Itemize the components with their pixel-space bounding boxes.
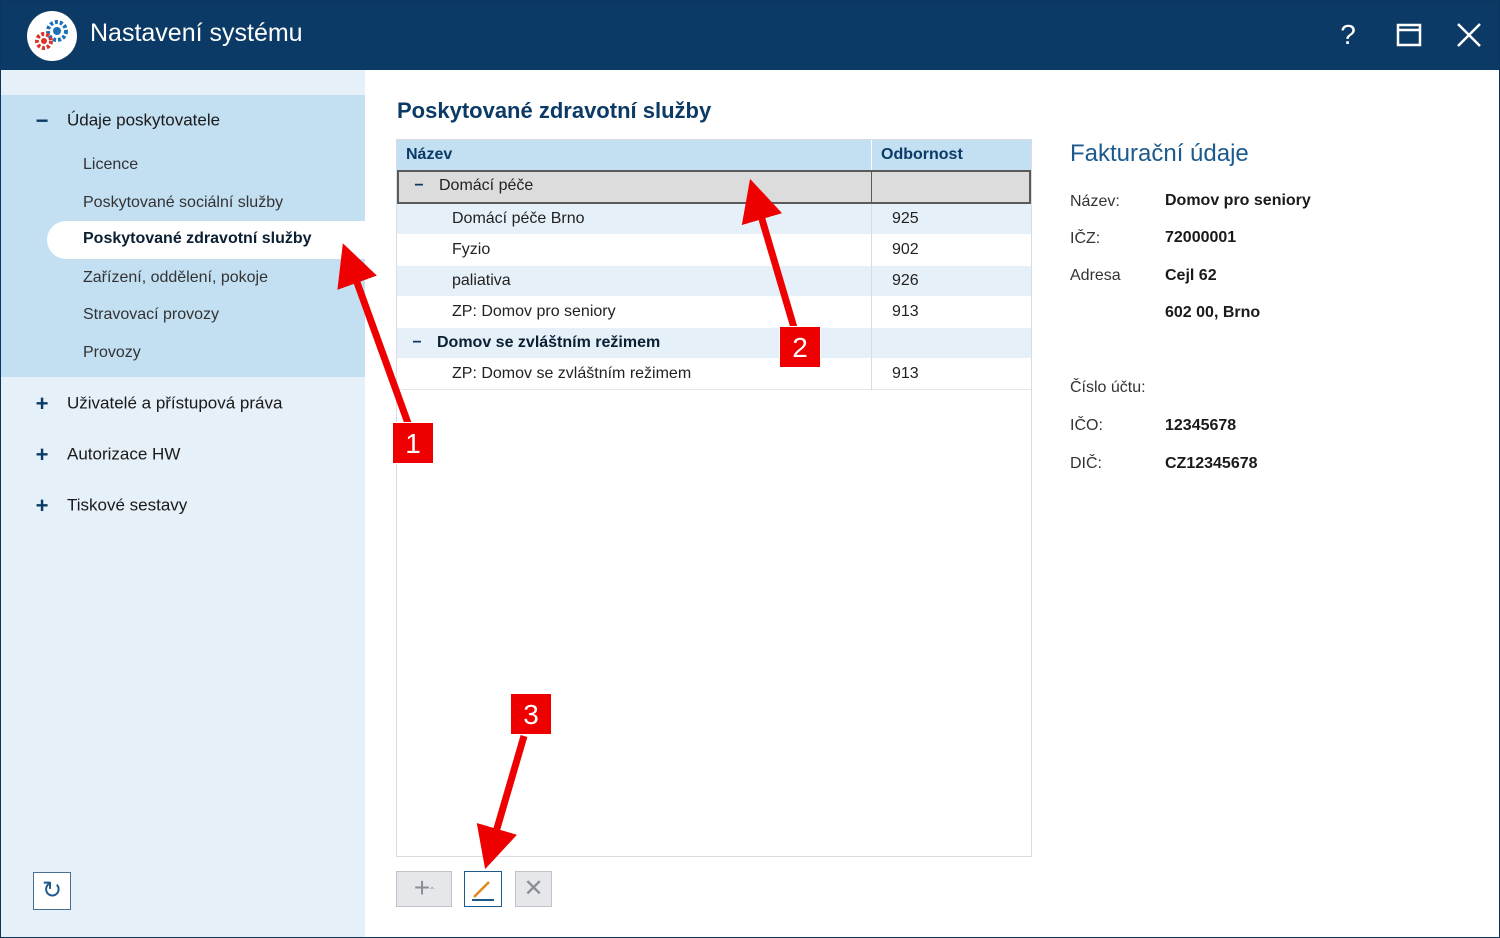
row-code: 926 — [892, 272, 919, 289]
billing-value-street: Cejl 62 — [1165, 267, 1217, 284]
row-name: Domácí péče Brno — [452, 210, 585, 227]
row-name: paliativa — [452, 272, 511, 289]
row-name: Domov se zvláštním režimem — [437, 334, 661, 351]
page-title: Poskytované zdravotní služby — [397, 98, 712, 123]
sidebar-item-catering[interactable]: Stravovací provozy — [83, 306, 219, 324]
caret-icon: ˆ — [430, 885, 435, 899]
annotation-badge-3: 3 — [510, 693, 552, 735]
sidebar-item-health-services[interactable]: Poskytované zdravotní služby — [47, 221, 365, 259]
billing-label-account: Číslo účtu: — [1070, 379, 1146, 396]
billing-value-icz: 72000001 — [1165, 229, 1237, 246]
row-name: ZP: Domov pro seniory — [452, 303, 616, 320]
row-code: 913 — [892, 365, 919, 382]
grid-header: Název Odbornost — [397, 140, 1031, 170]
maximize-button[interactable] — [1389, 15, 1429, 55]
column-divider — [871, 297, 872, 328]
row-name: ZP: Domov se zvláštním režimem — [452, 365, 692, 382]
plus-icon: + — [413, 872, 431, 903]
row-name: Domácí péče — [439, 177, 534, 194]
column-divider — [871, 235, 872, 266]
gears-icon — [27, 11, 77, 61]
billing-value-name: Domov pro seniory — [1165, 192, 1311, 209]
sidebar-group-provider[interactable]: − Údaje poskytovatele — [31, 108, 221, 134]
table-row[interactable]: ZP: Domov se zvláštním režimem 913 — [397, 359, 1031, 390]
title-bar: Nastavení systému ? — [1, 1, 1499, 70]
sidebar-group-label: Uživatelé a přístupová práva — [67, 393, 283, 413]
table-row-group[interactable]: − Domov se zvláštním režimem — [397, 328, 1031, 359]
sidebar-group-label: Údaje poskytovatele — [67, 110, 221, 130]
maximize-icon — [1396, 23, 1422, 47]
edit-button[interactable] — [464, 871, 502, 907]
collapse-icon[interactable]: − — [411, 177, 427, 195]
table-row[interactable]: paliativa 926 — [397, 266, 1031, 297]
sidebar: − Údaje poskytovatele Licence Poskytované… — [1, 70, 365, 937]
sidebar-item-operations[interactable]: Provozy — [83, 344, 141, 362]
table-row[interactable]: Fyzio 902 — [397, 235, 1031, 266]
expand-icon[interactable]: + — [31, 442, 53, 468]
column-divider — [871, 204, 872, 235]
billing-value-ico: 12345678 — [1165, 417, 1237, 434]
sidebar-group-print-reports[interactable]: + Tiskové sestavy — [31, 493, 188, 519]
column-header-name[interactable]: Název — [406, 146, 452, 164]
annotation-badge-2: 2 — [779, 326, 821, 368]
column-divider — [871, 328, 872, 359]
sidebar-group-label: Tiskové sestavy — [67, 495, 188, 515]
refresh-button[interactable]: ↻ — [33, 872, 71, 910]
row-code: 925 — [892, 210, 919, 227]
sidebar-item-label: Poskytované zdravotní služby — [83, 230, 312, 247]
column-divider — [871, 359, 872, 390]
delete-button[interactable]: ✕ — [515, 871, 552, 907]
annotation-badge-1: 1 — [392, 422, 434, 464]
billing-label-name: Název: — [1070, 193, 1120, 210]
table-row[interactable]: Domácí péče Brno 925 — [397, 204, 1031, 235]
pencil-icon — [472, 881, 494, 901]
services-grid: Název Odbornost − Domácí péče Domácí péče… — [396, 139, 1032, 857]
main-panel: Poskytované zdravotní služby Název Odbor… — [365, 70, 1499, 937]
sidebar-item-facilities[interactable]: Zařízení, oddělení, pokoje — [83, 269, 268, 287]
column-header-specialty[interactable]: Odbornost — [881, 146, 963, 164]
billing-label-icz: IČZ: — [1070, 230, 1101, 247]
expand-icon[interactable]: + — [31, 493, 53, 519]
table-row[interactable]: ZP: Domov pro seniory 913 — [397, 297, 1031, 328]
sidebar-group-label: Autorizace HW — [67, 444, 181, 464]
sidebar-item-licence[interactable]: Licence — [83, 156, 138, 174]
billing-label-dic: DIČ: — [1070, 455, 1102, 472]
column-divider — [871, 266, 872, 297]
column-divider — [871, 140, 872, 170]
expand-icon[interactable]: + — [31, 391, 53, 417]
delete-icon: ✕ — [523, 875, 544, 902]
window-title: Nastavení systému — [90, 19, 303, 47]
billing-label-address: Adresa — [1070, 267, 1121, 284]
table-row-group-selected[interactable]: − Domácí péče — [397, 170, 1031, 204]
close-button[interactable] — [1449, 15, 1489, 55]
billing-value-dic: CZ12345678 — [1165, 455, 1258, 472]
row-name: Fyzio — [452, 241, 491, 258]
row-code: 902 — [892, 241, 919, 258]
refresh-icon: ↻ — [41, 877, 63, 904]
sidebar-group-users[interactable]: + Uživatelé a přístupová práva — [31, 391, 283, 417]
close-icon — [1457, 23, 1481, 47]
billing-value-city: 602 00, Brno — [1165, 304, 1261, 321]
column-divider — [871, 172, 872, 202]
sidebar-group-hw-authorization[interactable]: + Autorizace HW — [31, 442, 181, 468]
settings-window: Nastavení systému ? − Údaje poskytovatele… — [0, 0, 1500, 938]
sidebar-item-social-services[interactable]: Poskytované sociální služby — [83, 194, 283, 212]
add-button[interactable]: +ˆ — [396, 871, 452, 907]
help-button[interactable]: ? — [1328, 15, 1368, 55]
billing-title: Fakturační údaje — [1070, 140, 1249, 167]
collapse-icon[interactable]: − — [31, 108, 53, 134]
collapse-icon[interactable]: − — [409, 334, 425, 352]
row-code: 913 — [892, 303, 919, 320]
billing-label-ico: IČO: — [1070, 417, 1103, 434]
